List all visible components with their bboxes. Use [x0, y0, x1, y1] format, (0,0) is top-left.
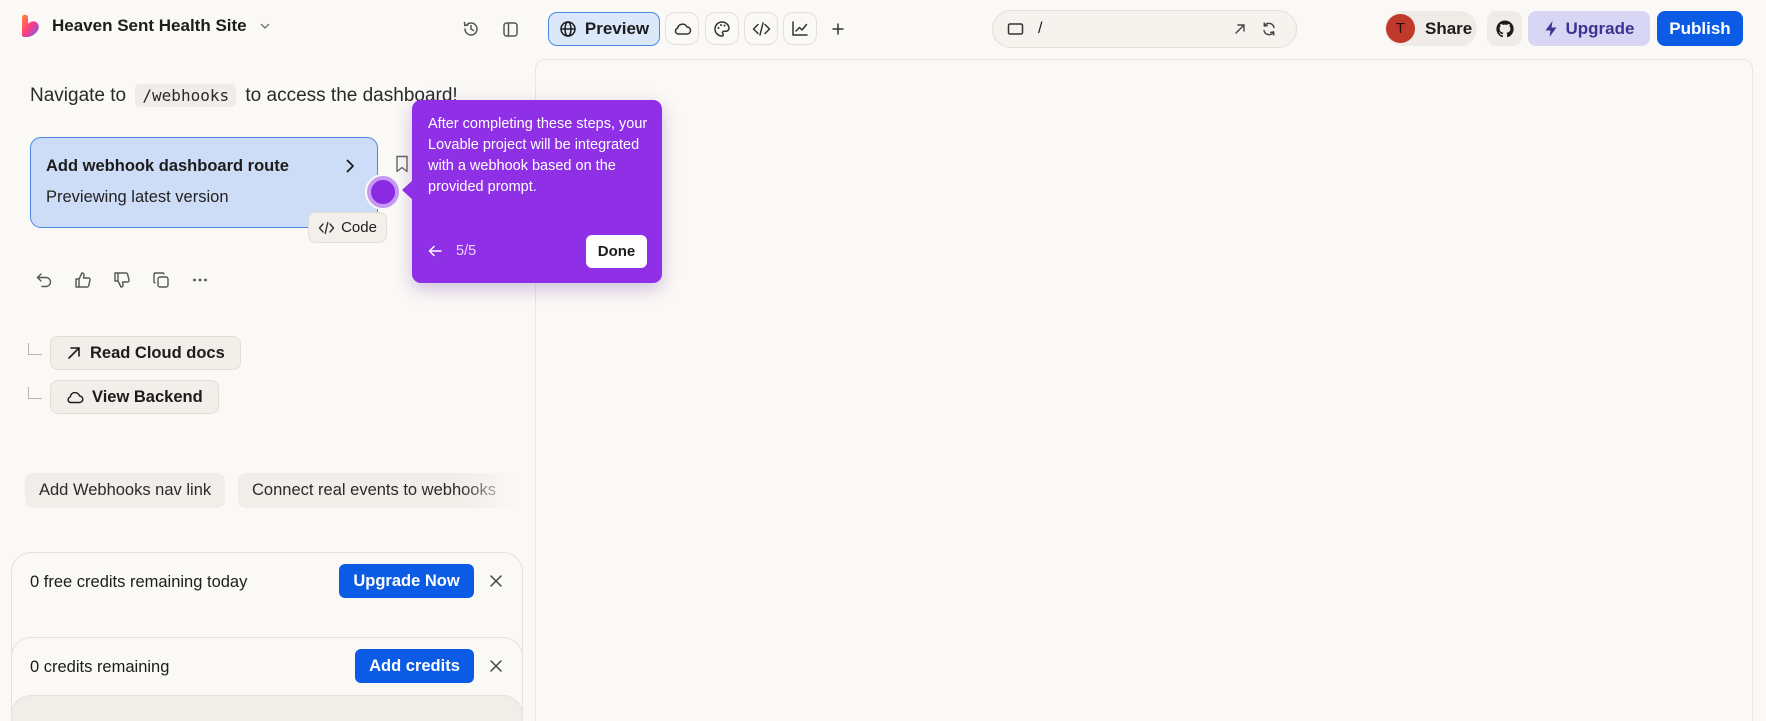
- avatar[interactable]: T: [1386, 14, 1415, 43]
- tour-done-button[interactable]: Done: [586, 235, 647, 268]
- lovable-logo-icon: [22, 14, 39, 37]
- share-label: Share: [1425, 18, 1473, 38]
- code-label: Code: [341, 219, 377, 236]
- view-backend-button[interactable]: View Backend: [50, 380, 219, 414]
- version-title: Add webhook dashboard route: [46, 157, 289, 175]
- close-icon[interactable]: [489, 574, 503, 588]
- message-actions: [34, 270, 210, 290]
- url-path[interactable]: /: [1038, 20, 1042, 38]
- preview-label: Preview: [584, 19, 650, 38]
- tooltip-arrow: [402, 180, 413, 200]
- more-horizontal-icon: [193, 278, 207, 282]
- analytics-tab[interactable]: [783, 12, 817, 45]
- chevron-right-icon: [346, 159, 354, 173]
- more-options-button[interactable]: [190, 270, 210, 290]
- upgrade-now-button[interactable]: Upgrade Now: [339, 564, 474, 598]
- assistant-message: Navigate to /webhooks to access the dash…: [30, 84, 458, 107]
- sidebar-icon: [502, 21, 518, 37]
- chevron-down-icon: [260, 23, 269, 30]
- link-row: View Backend: [28, 380, 219, 414]
- link-label: View Backend: [92, 387, 203, 406]
- refresh-icon[interactable]: [1261, 21, 1277, 37]
- tour-tooltip: After completing these steps, your Lovab…: [402, 100, 662, 283]
- share-button[interactable]: T Share: [1385, 11, 1477, 46]
- open-external-icon[interactable]: [1233, 22, 1247, 36]
- copy-button[interactable]: [151, 270, 171, 290]
- tour-hotspot[interactable]: [367, 176, 399, 208]
- upgrade-button[interactable]: Upgrade: [1528, 11, 1650, 46]
- chart-line-icon: [792, 21, 808, 36]
- add-credits-button[interactable]: Add credits: [355, 649, 474, 683]
- thumbs-up-button[interactable]: [73, 270, 93, 290]
- view-code-button[interactable]: Code: [308, 212, 387, 243]
- add-tab-button[interactable]: [823, 14, 853, 44]
- project-name: Heaven Sent Health Site: [52, 16, 247, 35]
- tooltip-text: After completing these steps, your Lovab…: [428, 116, 648, 195]
- code-tab[interactable]: [744, 12, 778, 45]
- preview-tab[interactable]: Preview: [548, 12, 660, 46]
- tour-step-counter: 5/5: [456, 243, 477, 259]
- bookmark-icon[interactable]: [395, 155, 409, 173]
- toggle-sidebar-button[interactable]: [495, 14, 525, 44]
- undo-icon: [36, 273, 52, 288]
- thumbs-down-button[interactable]: [112, 270, 132, 290]
- arrow-left-icon[interactable]: [428, 245, 442, 257]
- design-tab[interactable]: [705, 12, 739, 45]
- read-cloud-docs-button[interactable]: Read Cloud docs: [50, 336, 241, 370]
- history-button[interactable]: [456, 14, 486, 44]
- upgrade-label: Upgrade: [1565, 18, 1635, 38]
- url-bar[interactable]: /: [992, 10, 1297, 48]
- close-icon[interactable]: [489, 659, 503, 673]
- link-label: Read Cloud docs: [90, 343, 225, 362]
- history-icon: [463, 21, 478, 36]
- globe-icon: [560, 21, 576, 37]
- copy-icon: [153, 272, 169, 288]
- suggestion-chip[interactable]: Connect real events to webhooks: [238, 473, 516, 508]
- cloud-icon: [67, 391, 84, 404]
- link-row: Read Cloud docs: [28, 336, 241, 370]
- cloud-tab[interactable]: [665, 12, 699, 45]
- project-switcher[interactable]: Heaven Sent Health Site: [20, 14, 271, 38]
- inline-code-path: /webhooks: [135, 84, 237, 107]
- suggestion-chip[interactable]: Add Webhooks nav link: [25, 473, 226, 508]
- preview-canvas[interactable]: [535, 59, 1753, 721]
- arrow-up-right-icon: [68, 347, 80, 359]
- version-subtitle: Previewing latest version: [46, 188, 229, 206]
- code-icon: [318, 221, 335, 234]
- desktop-device-icon[interactable]: [1007, 22, 1024, 36]
- github-button[interactable]: [1487, 11, 1522, 46]
- code-icon: [752, 21, 770, 36]
- cloud-icon: [674, 23, 691, 35]
- thread-connector: [28, 387, 42, 399]
- thumbs-down-icon: [114, 272, 130, 288]
- lightning-icon: [1545, 20, 1557, 37]
- thread-connector: [28, 343, 42, 355]
- chat-input-area[interactable]: [11, 695, 523, 721]
- github-icon: [1495, 19, 1514, 37]
- plus-icon: [832, 23, 844, 35]
- free-credits-text: 0 free credits remaining today: [30, 573, 248, 591]
- undo-button[interactable]: [34, 270, 54, 290]
- credits-remaining-text: 0 credits remaining: [30, 658, 170, 676]
- palette-icon: [714, 20, 730, 37]
- top-bar: Heaven Sent Health Site Preview / T Shar…: [0, 0, 1766, 57]
- thumbs-up-icon: [75, 272, 91, 288]
- nav-prefix: Navigate to: [30, 85, 127, 106]
- publish-button[interactable]: Publish: [1657, 11, 1743, 46]
